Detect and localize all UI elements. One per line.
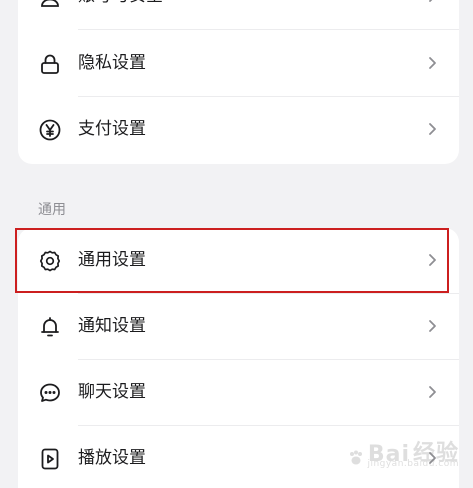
bell-icon — [38, 315, 62, 339]
chevron-right-icon — [425, 253, 439, 267]
settings-item-notification[interactable]: 通知设置 — [18, 294, 459, 359]
gear-icon — [38, 249, 62, 273]
play-icon — [38, 447, 62, 471]
section-title-general: 通用 — [38, 202, 66, 218]
settings-item-label: 通知设置 — [78, 316, 146, 336]
chevron-right-icon — [425, 319, 439, 333]
divider — [78, 29, 459, 30]
settings-item-label: 隐私设置 — [78, 53, 146, 73]
settings-item-label: 账号与安全 — [78, 0, 163, 29]
chevron-right-icon — [425, 0, 439, 3]
settings-item-label: 聊天设置 — [78, 382, 146, 402]
chat-bubble-icon — [38, 381, 62, 405]
user-icon — [38, 0, 62, 9]
settings-item-label: 通用设置 — [78, 250, 146, 270]
settings-item-chat[interactable]: 聊天设置 — [18, 360, 459, 425]
chevron-right-icon — [425, 122, 439, 136]
yen-circle-icon — [38, 118, 62, 142]
paw-icon — [349, 450, 362, 465]
settings-item-label: 支付设置 — [78, 119, 146, 139]
watermark-logo: Bai 经验 jingyan.baidu.com — [347, 435, 459, 469]
lock-icon — [38, 52, 62, 76]
settings-item-payment[interactable]: 支付设置 — [18, 97, 459, 162]
settings-item-label: 播放设置 — [78, 448, 146, 468]
settings-card-account: 账号与安全 隐私设置 支付设置 — [18, 0, 459, 164]
settings-item-privacy[interactable]: 隐私设置 — [18, 31, 459, 96]
settings-item-general[interactable]: 通用设置 — [18, 228, 459, 293]
chevron-right-icon — [425, 385, 439, 399]
settings-item-account-security[interactable]: 账号与安全 — [18, 0, 459, 29]
chevron-right-icon — [425, 56, 439, 70]
